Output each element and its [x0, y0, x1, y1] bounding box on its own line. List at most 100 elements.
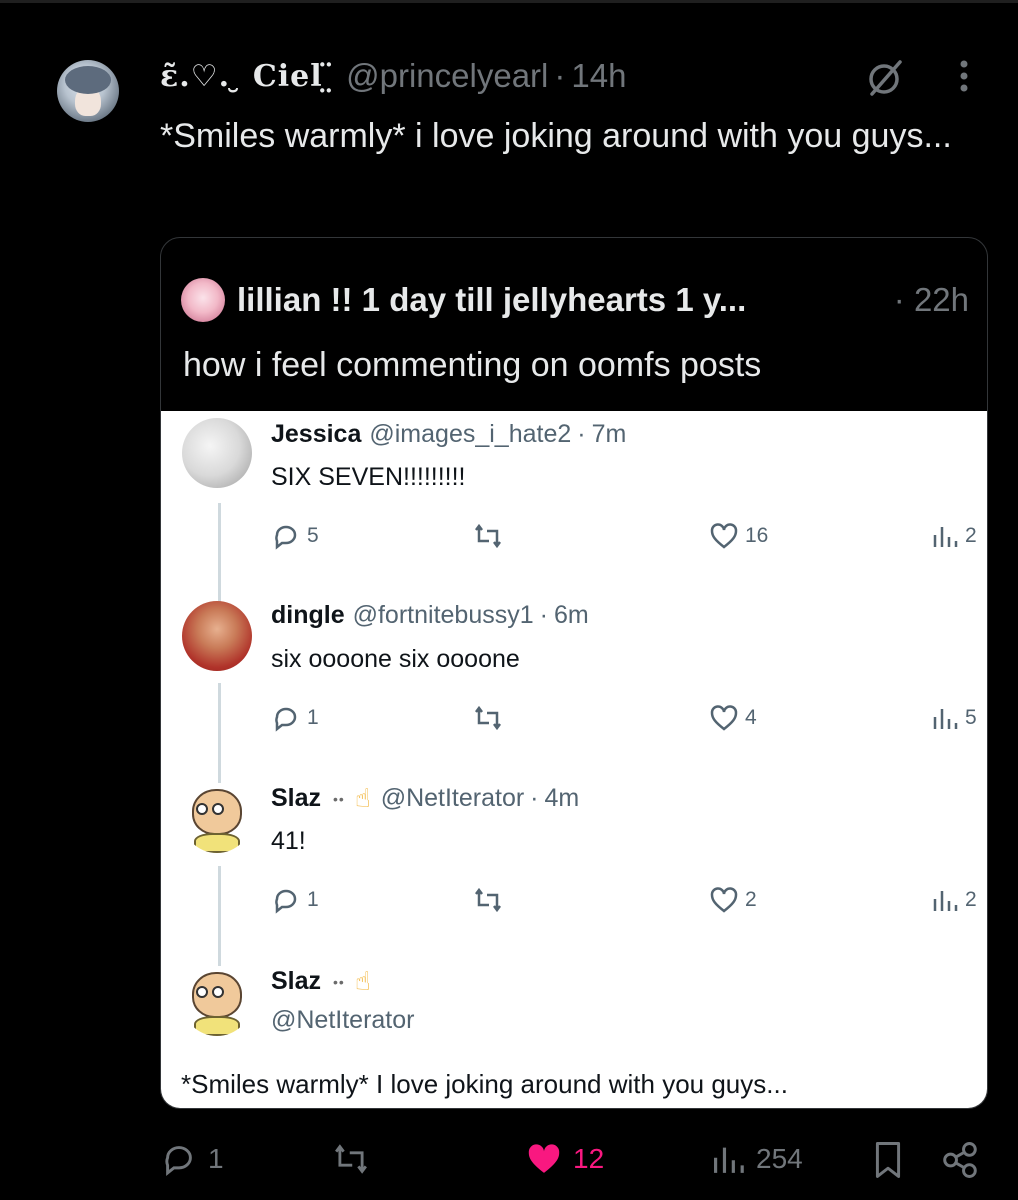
comment-author-handle: @images_i_hate2 [369, 420, 572, 448]
comment-actions: 1 2 2 [271, 885, 987, 919]
grok-icon[interactable] [866, 58, 906, 98]
views-count: 5 [965, 706, 977, 729]
comment-like-count: 4 [709, 703, 757, 733]
post-time[interactable]: 14h [571, 57, 626, 95]
like-count: 12 [573, 1143, 605, 1174]
comment-repost [471, 703, 511, 733]
repost-icon [335, 1144, 367, 1174]
comment-header: Slaz •• ☝ @NetIterator · 4m [271, 783, 579, 814]
quoted-post-header: lillian !! 1 day till jellyhearts 1 y...… [181, 278, 971, 322]
comment-like-count: 2 [709, 885, 757, 915]
repost-icon [475, 705, 501, 731]
reply-button[interactable]: 1 [160, 1140, 224, 1178]
author-avatar[interactable] [57, 60, 119, 122]
views-button[interactable]: 254 [708, 1140, 803, 1178]
views-icon [714, 1147, 744, 1173]
reply-icon [275, 889, 297, 914]
post-text: *Smiles warmly* i love joking around wit… [160, 117, 952, 155]
separator-dot: · [577, 420, 586, 448]
comment-reply-count: 1 [271, 703, 319, 733]
quoted-author-name: lillian !! 1 day till jellyhearts 1 y... [237, 281, 747, 318]
pointing-up-emoji: ☝ [354, 966, 371, 996]
like-count: 4 [745, 706, 757, 729]
views-icon [933, 527, 958, 547]
comment-time: 7m [591, 420, 627, 448]
post-action-bar: 1 12 254 [160, 1140, 990, 1182]
reply-icon [275, 525, 297, 550]
comment-views-count: 2 [929, 521, 977, 551]
repost-button[interactable] [330, 1140, 382, 1178]
reply-count: 5 [307, 524, 319, 547]
heart-filled-icon [528, 1144, 560, 1173]
avatar [182, 966, 252, 1036]
pointing-up-emoji: ☝ [354, 783, 371, 813]
quoted-author-avatar [181, 278, 225, 322]
comment-author-handle: @NetIterator [271, 1006, 415, 1034]
repost-icon [475, 523, 501, 549]
comment-author-handle: @NetIterator [380, 784, 525, 812]
comment-time: 4m [544, 784, 580, 812]
comment-like-count: 16 [709, 521, 768, 551]
reply-count: 1 [307, 706, 319, 729]
thread-line [218, 503, 221, 603]
separator-dot: · [530, 784, 539, 812]
comment-text: *Smiles warmly* I love joking around wit… [181, 1069, 788, 1099]
comment-reply-count: 1 [271, 885, 319, 915]
share-button[interactable] [940, 1140, 990, 1180]
comment-actions: 5 16 2 [271, 521, 987, 555]
quoted-post[interactable]: lillian !! 1 day till jellyhearts 1 y...… [160, 237, 988, 1109]
comment-text: SIX SEVEN!!!!!!!!! [271, 463, 466, 491]
comment-author-name: Slaz [271, 967, 322, 995]
comment-author-handle: @fortnitebussy1 [352, 601, 534, 629]
post-header: ɛ̃.♡. ̮ Ciel ̤̈ @princelyearl · 14h [160, 54, 626, 98]
quoted-post-time: · 22h [893, 281, 969, 318]
avatar [182, 601, 252, 671]
comment-header: dingle @fortnitebussy1 · 6m [271, 601, 589, 630]
separator-dot: · [539, 601, 548, 629]
comment-header: Slaz •• ☝ [271, 966, 381, 997]
bookmark-icon [875, 1142, 901, 1178]
views-count: 2 [965, 888, 977, 911]
reply-icon [165, 1146, 192, 1176]
heart-icon [710, 523, 738, 549]
comment-author-name: Slaz [271, 784, 322, 812]
bookmark-button[interactable] [870, 1140, 916, 1180]
views-count: 2 [965, 524, 977, 547]
more-options-icon[interactable] [946, 56, 982, 96]
comment-author-name: Jessica [271, 420, 362, 448]
like-count: 16 [745, 524, 769, 547]
quoted-media-image[interactable]: Jessica @images_i_hate2 · 7m SIX SEVEN!!… [161, 411, 987, 1108]
reply-count: 1 [307, 888, 319, 911]
heart-icon [710, 887, 738, 913]
share-icon [943, 1142, 977, 1178]
comment-repost [471, 885, 511, 915]
heart-icon [710, 705, 738, 731]
views-count: 254 [756, 1143, 803, 1174]
avatar [182, 783, 252, 853]
comment-header: Jessica @images_i_hate2 · 7m [271, 420, 626, 449]
avatar [182, 418, 252, 488]
like-count: 2 [745, 888, 757, 911]
comment-text: six oooone six oooone [271, 645, 520, 673]
eyes-emoji: •• [333, 790, 345, 807]
separator-dot: · [554, 57, 566, 94]
comment-text: 41! [271, 827, 306, 855]
quoted-post-text: how i feel commenting on oomfs posts [183, 346, 762, 384]
author-name[interactable]: ɛ̃.♡. ̮ Ciel ̤̈ [160, 59, 334, 94]
author-handle[interactable]: @princelyearl [346, 57, 548, 95]
comment-views-count: 2 [929, 885, 977, 915]
like-button[interactable]: 12 [525, 1140, 604, 1178]
views-icon [933, 709, 958, 729]
comment-repost [471, 521, 511, 551]
comment-time: 6m [553, 601, 589, 629]
reply-count: 1 [208, 1143, 224, 1174]
comment-actions: 1 4 5 [271, 703, 987, 737]
top-divider [0, 0, 1018, 3]
thread-line [218, 683, 221, 783]
comment-author-name: dingle [271, 601, 345, 629]
eyes-emoji: •• [333, 973, 345, 990]
comment-reply-count: 5 [271, 521, 319, 551]
comment-views-count: 5 [929, 703, 977, 733]
thread-line [218, 866, 221, 966]
reply-icon [275, 707, 297, 732]
